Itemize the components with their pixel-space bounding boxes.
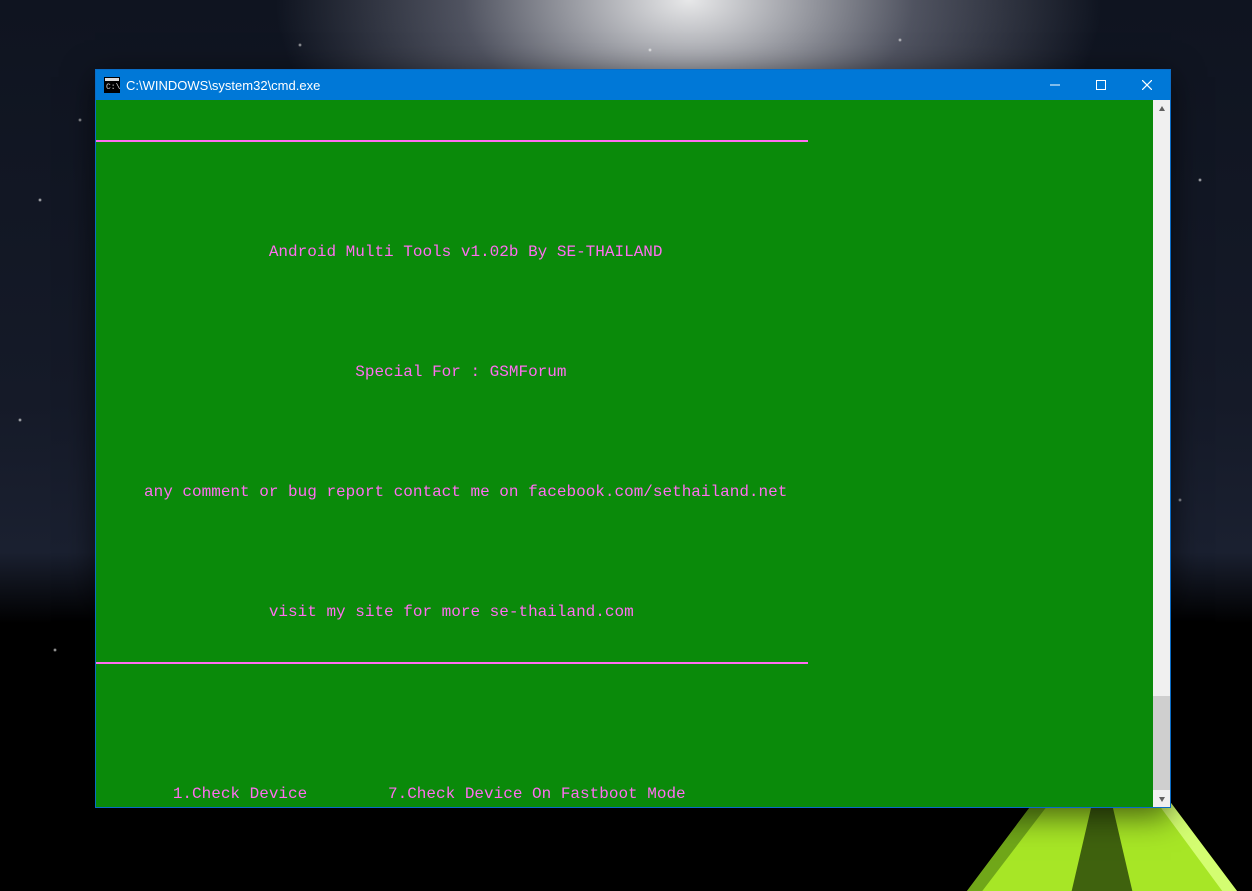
desktop-wallpaper: C:\ C:\WINDOWS\system32\cmd.exe (0, 0, 1252, 891)
program-title: Android Multi Tools v1.02b By SE-THAILAN… (96, 242, 1153, 262)
scroll-down-button[interactable] (1153, 790, 1170, 807)
window-title: C:\WINDOWS\system32\cmd.exe (126, 78, 1032, 93)
scroll-up-button[interactable] (1153, 100, 1170, 117)
cmd-window: C:\ C:\WINDOWS\system32\cmd.exe (95, 69, 1171, 808)
console-output[interactable]: Android Multi Tools v1.02b By SE-THAILAN… (96, 100, 1153, 807)
special-for-line: Special For : GSMForum (96, 362, 1153, 382)
close-button[interactable] (1124, 70, 1170, 100)
minimize-button[interactable] (1032, 70, 1078, 100)
client-area: Android Multi Tools v1.02b By SE-THAILAN… (96, 100, 1170, 807)
cmd-icon: C:\ (104, 77, 120, 93)
scroll-thumb[interactable] (1153, 117, 1170, 696)
menu-item[interactable]: 1.Check Device (173, 785, 307, 803)
menu-item[interactable]: 7.Check Device On Fastboot Mode (388, 785, 686, 803)
titlebar[interactable]: C:\ C:\WINDOWS\system32\cmd.exe (96, 70, 1170, 100)
divider (96, 140, 808, 142)
divider (96, 662, 808, 664)
maximize-button[interactable] (1078, 70, 1124, 100)
menu-row: 1.Check Device 7.Check Device On Fastboo… (96, 784, 1153, 804)
window-controls (1032, 70, 1170, 100)
scroll-track[interactable] (1153, 117, 1170, 790)
vertical-scrollbar[interactable] (1153, 100, 1170, 807)
visit-line: visit my site for more se-thailand.com (96, 602, 1153, 622)
contact-line: any comment or bug report contact me on … (96, 482, 1153, 502)
svg-text:C:\: C:\ (106, 83, 120, 92)
